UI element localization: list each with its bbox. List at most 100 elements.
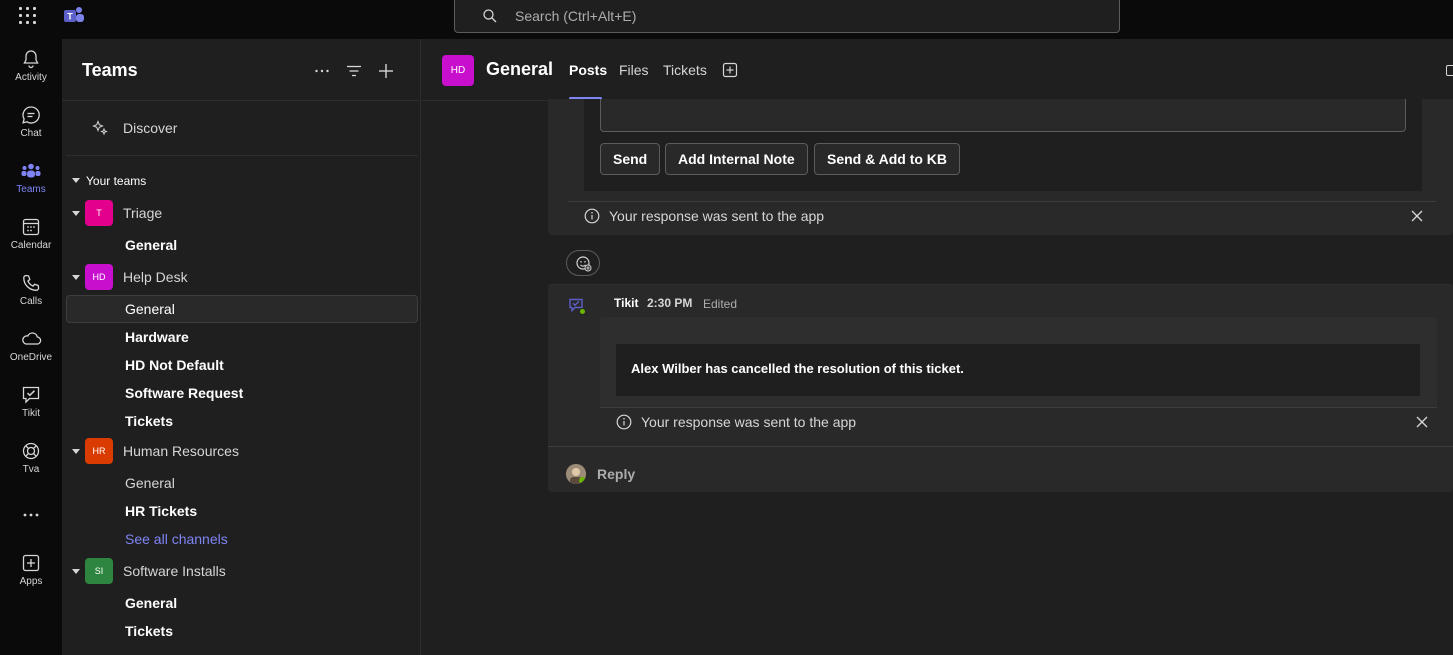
channel-helpdesk-tickets[interactable]: Tickets [125,413,173,429]
add-internal-note-button[interactable]: Add Internal Note [665,143,808,175]
channel-si-tickets[interactable]: Tickets [125,623,173,639]
rail-chat[interactable]: Chat [0,104,62,156]
rail-apps[interactable]: Apps [0,552,62,604]
chevron-down-icon [72,449,80,454]
card-message-box: Alex Wilber has cancelled the resolution… [616,344,1420,396]
chevron-down-icon [72,569,80,574]
rail-tva[interactable]: Tva [0,440,62,492]
rail-teams[interactable]: Teams [0,160,62,212]
user-avatar [566,464,586,484]
add-reaction-button[interactable] [566,250,600,276]
rail-tikit[interactable]: Tikit [0,384,62,436]
team-name: Human Resources [123,443,239,459]
teams-logo-icon: T [64,7,84,22]
team-help-desk[interactable]: HD Help Desk [72,264,412,290]
calendar-icon [22,218,40,236]
divider [66,155,418,156]
send-add-kb-button[interactable]: Send & Add to KB [814,143,961,175]
tikit-icon [22,386,40,404]
channel-hr-general[interactable]: General [125,475,175,491]
search-icon [483,9,497,23]
team-software-installs[interactable]: SI Software Installs [72,558,412,584]
more-icon [23,513,39,517]
close-icon[interactable] [1415,415,1429,429]
add-tab-icon[interactable] [722,62,738,78]
tab-files[interactable]: Files [619,62,649,78]
rail-label: Calendar [10,240,52,251]
selected-channel-highlight [66,295,418,323]
rail-label: Chat [20,128,42,139]
section-label: Your teams [86,174,147,188]
phone-icon [23,274,40,291]
rail-calls[interactable]: Calls [0,272,62,324]
adaptive-card: Send Add Internal Note Send & Add to KB [584,99,1422,191]
team-avatar: HD [85,264,113,290]
channel-avatar: HD [442,55,474,86]
teams-panel: Teams Discover Your teams T Triage Gener… [62,39,421,655]
message-list: Send Add Internal Note Send & Add to KB … [422,99,1453,655]
channel-hd-not-default[interactable]: HD Not Default [125,357,224,373]
cloud-icon [22,332,42,345]
teams-icon [21,163,41,178]
chevron-down-icon [72,211,80,216]
channel-hr-tickets[interactable]: HR Tickets [125,503,197,519]
filter-icon[interactable] [344,61,364,81]
team-human-resources[interactable]: HR Human Resources [72,438,412,464]
your-teams-header[interactable]: Your teams [72,174,146,188]
search-input[interactable] [515,6,1095,26]
team-name: Triage [123,205,163,221]
rail-label: OneDrive [9,352,53,363]
search-box[interactable] [454,0,1120,33]
channel-title: General [486,59,554,79]
discover-label: Discover [123,120,178,136]
rail-calendar[interactable]: Calendar [0,216,62,268]
response-notice: Your response was sent to the app [568,201,1436,229]
see-all-channels-link[interactable]: See all channels [125,531,228,547]
reply-label: Reply [597,466,636,482]
rail-label: Tikit [22,408,40,419]
channel-si-general[interactable]: General [125,595,177,611]
message-time: 2:30 PM [647,296,693,310]
channel-hardware[interactable]: Hardware [125,329,189,345]
app-rail: Activity Chat Teams Calendar Calls OneDr… [0,39,62,655]
channel-helpdesk-general[interactable]: General [125,301,175,317]
chat-icon [22,106,40,124]
app-launcher-icon[interactable] [19,7,37,25]
send-button[interactable]: Send [600,143,661,175]
panel-title: Teams [82,60,138,80]
chevron-down-icon [72,275,80,280]
meet-icon[interactable] [1446,65,1453,76]
rail-more[interactable] [0,504,62,556]
tab-tickets[interactable]: Tickets [663,62,707,78]
team-triage[interactable]: T Triage [72,200,412,226]
lifebuoy-icon [22,442,40,460]
edited-label: Edited [703,297,738,311]
message-author[interactable]: Tikit [614,296,638,310]
emoji-add-icon [576,256,592,272]
close-icon[interactable] [1410,209,1424,223]
notice-text: Your response was sent to the app [641,414,857,430]
tab-posts[interactable]: Posts [569,62,607,78]
divider [62,100,421,101]
channel-software-request[interactable]: Software Request [125,385,243,401]
title-bar: T [0,0,1453,39]
rail-label: Activity [15,72,47,83]
team-name: Software Installs [123,563,226,579]
presence-available-icon [579,477,586,484]
more-options-icon[interactable] [312,61,332,81]
svg-text:T: T [67,12,73,22]
card-message: Alex Wilber has cancelled the resolution… [631,361,964,376]
rail-onedrive[interactable]: OneDrive [0,328,62,380]
rail-activity[interactable]: Activity [0,48,62,100]
chevron-down-icon [72,178,80,184]
response-textarea[interactable] [600,99,1406,132]
reply-button[interactable]: Reply [548,446,1453,493]
add-icon[interactable] [376,61,396,81]
message-thread: Tikit 2:30 PM Edited Alex Wilber has can… [548,284,1453,492]
response-notice: Your response was sent to the app [600,407,1437,435]
sparkle-icon [92,120,108,136]
team-avatar: HR [85,438,113,464]
team-avatar: SI [85,558,113,584]
channel-header: HD General Posts Files Tickets [422,39,1453,101]
channel-triage-general[interactable]: General [125,237,177,253]
